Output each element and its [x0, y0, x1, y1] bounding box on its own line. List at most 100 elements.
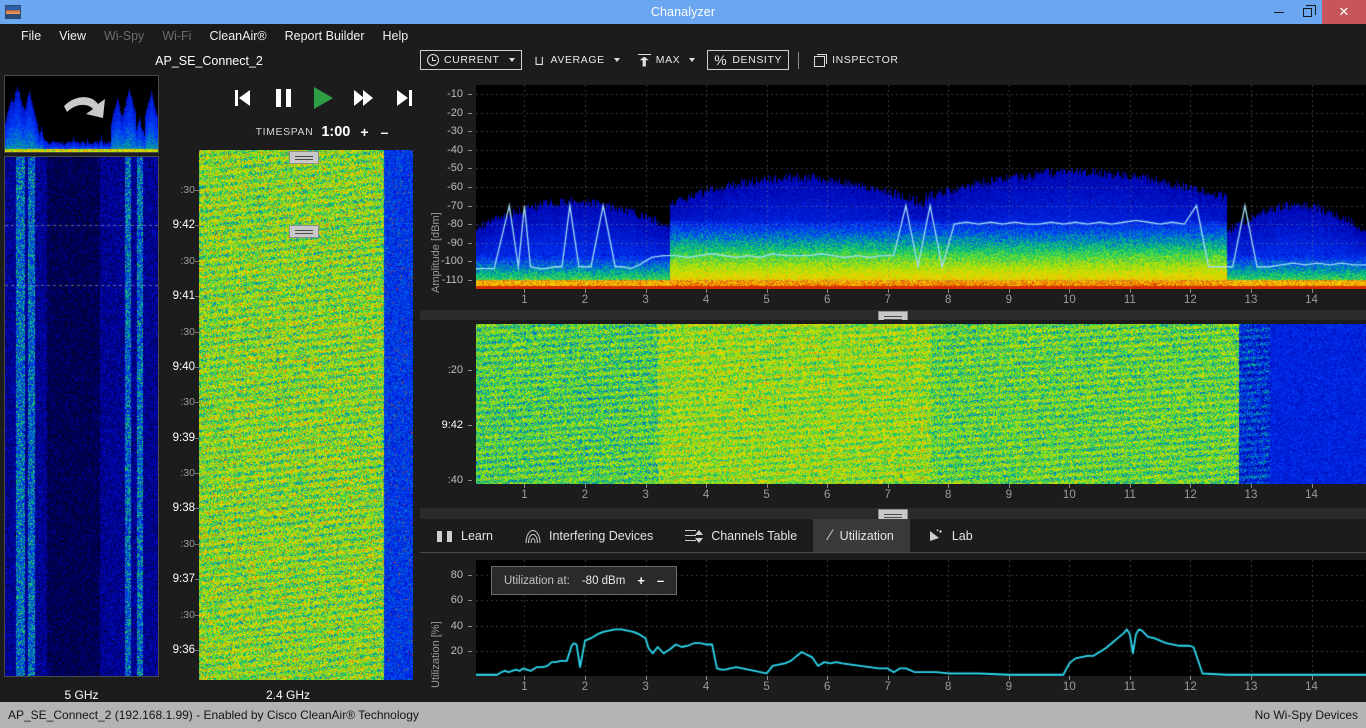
table-sort-icon	[685, 529, 704, 543]
axis-tick	[645, 676, 647, 680]
waterfall-x-tick-label: 11	[1123, 489, 1136, 501]
fast-forward-button[interactable]	[351, 87, 375, 109]
axis-tick	[766, 484, 768, 488]
spectrum-y-tick-label: -100	[440, 255, 463, 268]
axis-tick	[1250, 289, 1252, 293]
waterfall-top-grip[interactable]	[289, 151, 319, 164]
menu-file[interactable]: File	[12, 27, 50, 45]
tab-interfering-devices-label: Interfering Devices	[548, 529, 654, 543]
axis-tick	[706, 484, 708, 488]
axis-tick	[468, 279, 472, 281]
waterfall-y-tick-label: 9:42	[441, 419, 463, 431]
axis-tick	[1250, 676, 1252, 680]
utilization-threshold-control[interactable]: Utilization at: -80 dBm + –	[491, 566, 678, 595]
skip-forward-button[interactable]	[391, 87, 415, 109]
skip-back-button[interactable]	[231, 87, 255, 109]
axis-tick	[766, 676, 768, 680]
waterfall-plot-area[interactable]	[476, 324, 1366, 484]
utilization-x-tick-label: 13	[1244, 681, 1258, 693]
play-button[interactable]	[311, 87, 335, 109]
menu-help[interactable]: Help	[374, 27, 418, 45]
chevron-down-icon[interactable]	[689, 58, 696, 62]
utilization-x-tick-label: 10	[1062, 681, 1076, 693]
utilization-x-tick-label: 6	[823, 681, 831, 693]
utilization-x-tick-label: 1	[521, 681, 528, 693]
toolbar-density-button[interactable]: % DENSITY	[707, 50, 790, 70]
toolbar-average-label: AVERAGE	[550, 54, 605, 66]
waterfall-x-tick-label: 10	[1062, 489, 1076, 501]
timespan-label: TIMESPAN	[255, 126, 314, 138]
axis-tick	[948, 676, 950, 680]
waterfall-y-tick-label: :40	[447, 474, 463, 486]
tab-utilization[interactable]: ∕ Utilization	[813, 519, 910, 553]
toolbar-inspector-button[interactable]: INSPECTOR	[808, 50, 904, 70]
waterfall-x-tick-label: 9	[1005, 489, 1012, 501]
toolbar-average-button[interactable]: ⊔ AVERAGE	[528, 50, 626, 70]
time-axis-label: 9:37	[172, 573, 195, 586]
axis-tick	[1129, 676, 1131, 680]
spectrum-y-tick-label: -110	[441, 273, 463, 286]
spectrum-x-tick-label: 4	[702, 294, 710, 306]
tab-lab[interactable]: Lab	[910, 519, 989, 553]
spectrum-x-tick-label: 6	[823, 294, 831, 306]
chevron-down-icon[interactable]	[613, 58, 620, 62]
spectrum-plot-area[interactable]	[476, 85, 1366, 289]
toolbar-max-label: MAX	[655, 54, 681, 66]
axis-tick	[524, 484, 526, 488]
menu-cleanair[interactable]: CleanAir®	[200, 27, 275, 45]
pause-icon	[275, 89, 291, 107]
tab-channels-table[interactable]: Channels Table	[669, 519, 813, 553]
menu-report-builder[interactable]: Report Builder	[276, 27, 374, 45]
axis-tick	[468, 205, 472, 207]
toolbar-current-button[interactable]: CURRENT	[420, 50, 522, 70]
signal-waves-icon	[525, 529, 541, 543]
waterfall-y-axis: :20 9:42:40	[420, 320, 472, 508]
axis-tick	[1129, 289, 1131, 293]
waterfall-x-tick-label: 4	[702, 489, 710, 501]
five-ghz-spectrum-thumbnail[interactable]	[4, 75, 159, 153]
axis-tick	[468, 112, 472, 114]
window-controls: ✕	[1264, 0, 1366, 24]
toolbar-inspector-label: INSPECTOR	[832, 54, 899, 66]
axis-tick	[524, 289, 526, 293]
toolbar-max-button[interactable]: MAX	[632, 50, 702, 70]
view-mode-toolbar: CURRENT ⊔ AVERAGE MAX % DENSITY INSPECTO…	[420, 48, 1366, 72]
pause-button[interactable]	[271, 87, 295, 109]
chanalyzer-window: Chanalyzer ✕ File View Wi-Spy Wi-Fi Clea…	[0, 0, 1366, 728]
axis-tick	[468, 650, 472, 652]
axis-tick	[645, 289, 647, 293]
axis-tick	[468, 187, 472, 188]
chevron-down-icon[interactable]	[508, 58, 515, 62]
tab-lab-label: Lab	[951, 529, 973, 543]
axis-tick	[524, 676, 526, 680]
time-axis-label: :30	[180, 396, 195, 409]
close-button[interactable]: ✕	[1322, 0, 1366, 24]
tab-interfering-devices[interactable]: Interfering Devices	[509, 519, 669, 553]
minimize-button[interactable]	[1264, 0, 1293, 24]
axis-tick	[468, 94, 472, 96]
utilization-threshold-increase[interactable]: +	[637, 573, 645, 588]
tab-learn[interactable]: Learn	[420, 519, 509, 553]
axis-tick	[1190, 484, 1192, 488]
waterfall-x-tick-label: 7	[884, 489, 891, 501]
utilization-x-tick-label: 4	[702, 681, 710, 693]
axis-tick	[706, 676, 708, 680]
spectrum-x-tick-label: 8	[945, 294, 952, 306]
utilization-threshold-decrease[interactable]: –	[657, 573, 664, 588]
maximize-button[interactable]	[1293, 0, 1322, 24]
axis-tick	[706, 289, 708, 293]
menu-view[interactable]: View	[50, 27, 95, 45]
waterfall-bottom-grip[interactable]	[289, 225, 319, 238]
spectrum-x-tick-label: 5	[763, 294, 770, 306]
timespan-increase-button[interactable]: +	[358, 124, 370, 140]
menu-wi-fi: Wi-Fi	[162, 29, 192, 43]
five-ghz-waterfall[interactable]	[4, 156, 159, 677]
spectrum-x-tick-label: 14	[1305, 294, 1318, 306]
waterfall-x-axis: 1 2 3 4 5 6 7 8 9 10 11 12 13 14	[476, 484, 1366, 505]
tab-utilization-label: Utilization	[839, 529, 894, 543]
timespan-decrease-button[interactable]: –	[379, 124, 391, 140]
average-icon: ⊔	[534, 52, 545, 68]
window-title: Chanalyzer	[650, 5, 716, 19]
spectrum-x-axis: 1 2 3 4 5 6 7 8 9 10 11 12 13 14	[476, 289, 1366, 310]
band-label-5ghz: 5 GHz	[64, 688, 99, 702]
